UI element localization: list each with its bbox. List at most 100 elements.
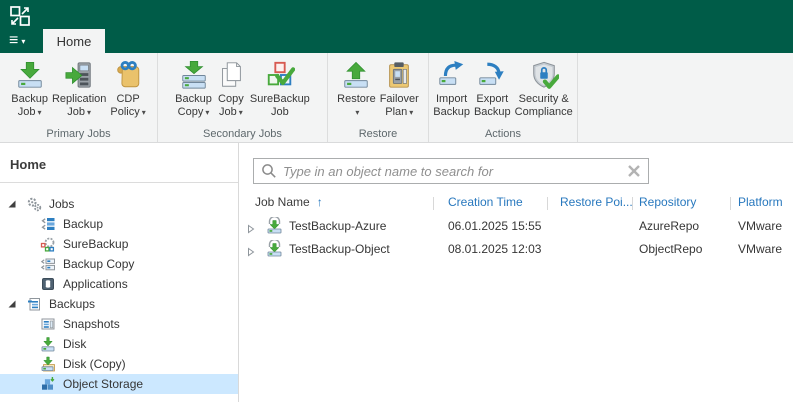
surebackup-icon	[40, 236, 56, 252]
object-storage-icon	[40, 376, 56, 392]
button-label: SureBackup Job	[249, 93, 310, 118]
tree-item-label: Backups	[49, 297, 96, 311]
tab-home[interactable]: Home	[43, 29, 105, 53]
button-label: Backup Copy ▾	[175, 93, 212, 118]
surebackup-job-button[interactable]: SureBackup Job	[248, 56, 312, 120]
dropdown-arrow-icon: ▾	[87, 108, 92, 117]
sidebar-divider	[0, 182, 238, 183]
creation-time: 06.01.2025 15:55	[448, 219, 542, 233]
collapse-expanded-icon[interactable]	[4, 199, 20, 209]
hamburger-icon: ≡	[9, 32, 19, 49]
table-row[interactable]: TestBackup-Object 08.01.2025 12:03 Objec…	[240, 238, 793, 261]
tree-item-label: Snapshots	[63, 317, 120, 331]
tree-item-object-storage[interactable]: Object Storage	[0, 374, 238, 394]
backup-copy-button[interactable]: Backup Copy ▾	[173, 56, 214, 120]
job-name: TestBackup-Azure	[289, 219, 387, 233]
restore-button[interactable]: Restore ▾	[335, 56, 378, 120]
tree-item-label: Disk (Copy)	[63, 357, 126, 371]
tree-item-backup-copy[interactable]: Backup Copy	[0, 254, 238, 274]
platform: VMware	[738, 242, 783, 256]
collapse-expanded-icon[interactable]	[4, 299, 20, 309]
dropdown-arrow-icon: ▾	[37, 108, 42, 117]
tree-item-jobs[interactable]: Jobs	[0, 194, 238, 214]
creation-time: 08.01.2025 12:03	[448, 242, 542, 256]
dropdown-arrow-icon: ▾	[355, 108, 360, 117]
table-row[interactable]: TestBackup-Azure 06.01.2025 15:55 AzureR…	[240, 215, 793, 238]
ribbon-group-primary-jobs: Backup Job ▾ Replication Job ▾ CDP Polic…	[0, 53, 158, 142]
expand-chevron-icon[interactable]	[247, 221, 255, 239]
expand-chevron-icon[interactable]	[247, 244, 255, 262]
copy-job-icon	[216, 57, 246, 93]
tree-item-label: Backup	[63, 217, 104, 231]
button-label: Security & Compliance	[514, 93, 573, 118]
cdp-policy-icon	[113, 57, 143, 93]
tree-item-disk[interactable]: Disk	[0, 334, 238, 354]
search-input[interactable]	[283, 163, 621, 179]
repository: AzureRepo	[639, 219, 700, 233]
tree-item-disk-copy[interactable]: Disk (Copy)	[0, 354, 238, 374]
tree-item-label: Applications	[63, 277, 128, 291]
column-header-creation-time[interactable]: Creation Time	[448, 195, 523, 209]
tree-item-label: Disk	[63, 337, 87, 351]
ribbon-empty-area	[578, 53, 793, 142]
failover-plan-button[interactable]: Failover Plan ▾	[378, 56, 421, 120]
column-header-job-name[interactable]: Job Name ↑	[255, 195, 323, 209]
copy-job-button[interactable]: Copy Job ▾	[214, 56, 248, 120]
export-backup-button[interactable]: Export Backup	[472, 56, 513, 120]
backup-job-button[interactable]: Backup Job ▾	[9, 56, 50, 120]
job-list: TestBackup-Azure 06.01.2025 15:55 AzureR…	[240, 215, 793, 261]
backup-copy-icon	[40, 256, 56, 272]
disk-copy-icon	[40, 356, 56, 372]
button-label: Replication Job ▾	[51, 93, 107, 118]
sidebar-header: Home	[10, 157, 47, 172]
button-label: Copy Job ▾	[218, 93, 244, 118]
button-label: Restore ▾	[337, 93, 376, 117]
backup-job-icon	[266, 215, 283, 239]
button-label: Export Backup	[473, 93, 511, 118]
replication-job-button[interactable]: Replication Job ▾	[50, 56, 108, 120]
veeam-logo-icon	[10, 6, 30, 26]
jobs-icon	[26, 196, 42, 212]
main-menu-button[interactable]: ≡ ▾	[9, 31, 25, 51]
replication-job-icon	[64, 57, 94, 93]
column-header-repository[interactable]: Repository	[639, 195, 696, 209]
tab-home-label: Home	[56, 33, 92, 49]
tree-item-label: SureBackup	[63, 237, 129, 251]
titlebar: ≡ ▾ Home	[0, 0, 793, 53]
tree-item-backups[interactable]: Backups	[0, 294, 238, 314]
column-header-platform[interactable]: Platform	[738, 195, 783, 209]
backup-job-icon	[266, 238, 283, 262]
tree-item-surebackup[interactable]: SureBackup	[0, 234, 238, 254]
disk-icon	[40, 336, 56, 352]
platform: VMware	[738, 219, 783, 233]
security-compliance-button[interactable]: Security & Compliance	[513, 56, 575, 120]
dropdown-arrow-icon: ▾	[238, 108, 243, 117]
tree-item-backup[interactable]: Backup	[0, 214, 238, 234]
ribbon: Backup Job ▾ Replication Job ▾ CDP Polic…	[0, 53, 793, 143]
column-separator	[547, 197, 548, 210]
search-box	[253, 158, 649, 184]
group-label-actions: Actions	[484, 128, 522, 140]
applications-icon	[40, 276, 56, 292]
column-separator	[632, 197, 633, 210]
tree-item-applications[interactable]: Applications	[0, 274, 238, 294]
tree-item-label: Jobs	[49, 197, 75, 211]
surebackup-job-icon	[265, 57, 295, 93]
column-header-restore-points[interactable]: Restore Poi...	[560, 195, 633, 209]
clear-search-icon[interactable]	[627, 164, 641, 178]
veeam-console-window: ≡ ▾ Home Backup Job ▾ Replication Job ▾ …	[0, 0, 793, 402]
ribbon-group-restore: Restore ▾ Failover Plan ▾ Restore	[328, 53, 429, 142]
tree-item-label: Object Storage	[63, 377, 144, 391]
column-separator	[730, 197, 731, 210]
backup-job-icon	[15, 57, 45, 93]
menu-dropdown-icon: ▾	[21, 36, 26, 46]
import-backup-button[interactable]: Import Backup	[431, 56, 472, 120]
navigation-sidebar: Home Jobs Backup SureBackup Backup Copy …	[0, 143, 239, 402]
button-label: Failover Plan ▾	[379, 93, 419, 118]
backup-copy-icon	[179, 57, 209, 93]
button-label: Backup Job ▾	[11, 93, 48, 118]
ribbon-group-secondary-jobs: Backup Copy ▾ Copy Job ▾ SureBackup Job …	[158, 53, 328, 142]
tree-item-snapshots[interactable]: Snapshots	[0, 314, 238, 334]
cdp-policy-button[interactable]: CDP Policy ▾	[108, 56, 147, 120]
ribbon-group-actions: Import Backup Export Backup Security & C…	[429, 53, 578, 142]
